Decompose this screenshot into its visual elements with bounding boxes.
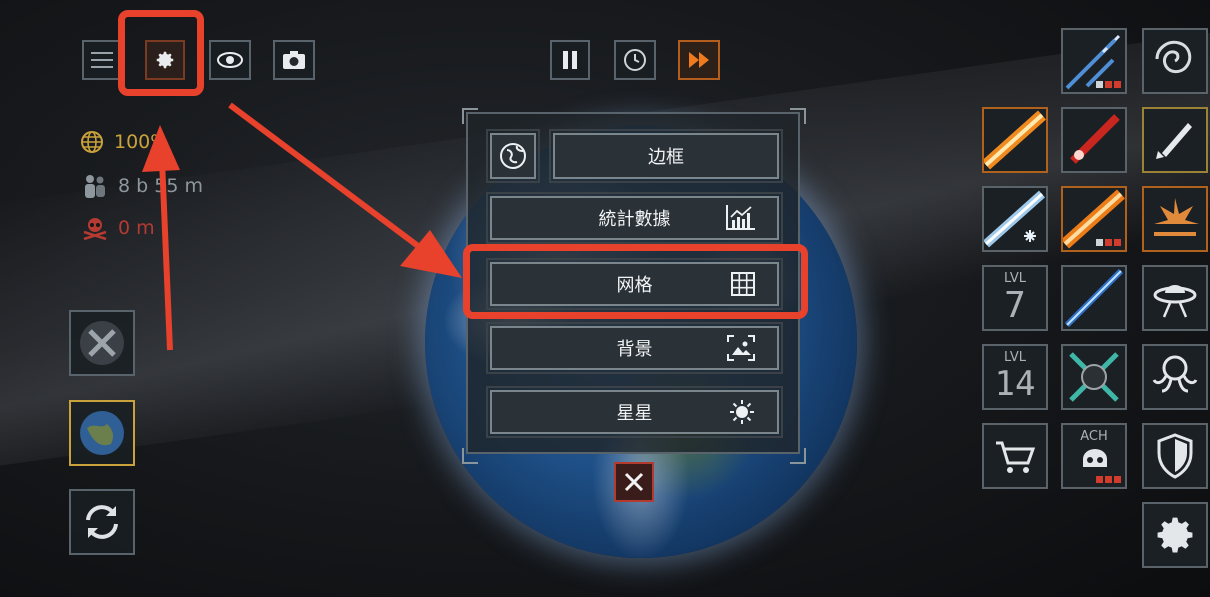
globe-button[interactable] [486,129,540,183]
menu-item-background[interactable]: 背景 [486,322,783,374]
ufo-icon [1153,285,1197,318]
menu-item-stars[interactable]: 星星 [486,386,783,438]
spiral-galaxy-icon [1155,40,1192,73]
panel-corner [462,448,478,464]
missile-icon [1156,123,1192,159]
bar-chart-icon [726,205,755,230]
tile-laser[interactable] [982,107,1048,173]
tile-shield[interactable] [1142,423,1208,489]
tile-ufo[interactable] [1142,265,1208,331]
menu-item-border[interactable]: 边框 [549,129,783,183]
tile-red-laser[interactable] [1061,107,1127,173]
tile-meteor-shower[interactable] [1061,28,1127,94]
menu-item-stars-label: 星星 [616,403,653,424]
menu-item-statistics-label: 統計數據 [598,209,671,230]
menu-item-background-label: 背景 [616,339,653,360]
laser-icon [984,110,1046,170]
tile-achievements[interactable]: ACH [1061,423,1127,489]
panel-corner [462,108,478,124]
shopping-cart-icon [996,441,1036,473]
level-label: LVL [1004,271,1026,286]
blue-beam-icon [1064,268,1124,328]
tile-missile[interactable] [1142,107,1208,173]
grid-highlight-box [463,244,808,319]
arrow-right-line [228,102,432,258]
red-comet-icon [1070,114,1120,164]
tile-fire-laser[interactable] [1061,186,1127,252]
level-number: 7 [1004,285,1026,326]
tile-shop[interactable] [982,423,1048,489]
gear-icon [1157,517,1193,553]
reset-button[interactable] [69,489,135,555]
close-button[interactable] [614,462,654,502]
arrow-up-line [159,159,173,351]
menu-item-border-label: 边框 [648,147,684,168]
tile-level-14[interactable]: LVL 14 [982,344,1048,410]
level-label: LVL [1004,350,1026,365]
ice-beam-icon [984,190,1045,248]
tile-space-station[interactable] [1061,344,1127,410]
tile-black-hole[interactable] [1142,28,1208,94]
arrow-up-head [142,125,180,172]
crossed-tools-icon [80,321,124,365]
menu-item-statistics[interactable]: 統計數據 [486,192,783,244]
weapons-disabled-button[interactable] [69,310,135,376]
explosion-icon [1154,198,1199,236]
close-icon [624,472,644,492]
panel-corner [790,448,806,464]
shield-icon [1157,433,1193,479]
planet-select-button[interactable] [69,400,135,466]
tile-settings[interactable] [1142,502,1208,568]
panel-corner [790,108,806,124]
alien-icon [1083,449,1107,467]
satellite-icon [1069,352,1119,402]
tile-octopus[interactable] [1142,344,1208,410]
tile-level-7[interactable]: LVL 7 [982,265,1048,331]
globe-icon [500,143,526,169]
planet-icon [80,411,124,455]
achievements-label: ACH [1080,429,1108,444]
tile-freeze-ray[interactable] [982,186,1048,252]
tile-blue-laser[interactable] [1061,265,1127,331]
sun-icon [730,400,754,424]
tile-explosion[interactable] [1142,186,1208,252]
level-number: 14 [994,364,1036,404]
octopus-icon [1152,355,1198,393]
image-icon [727,335,755,361]
refresh-icon [86,505,118,539]
